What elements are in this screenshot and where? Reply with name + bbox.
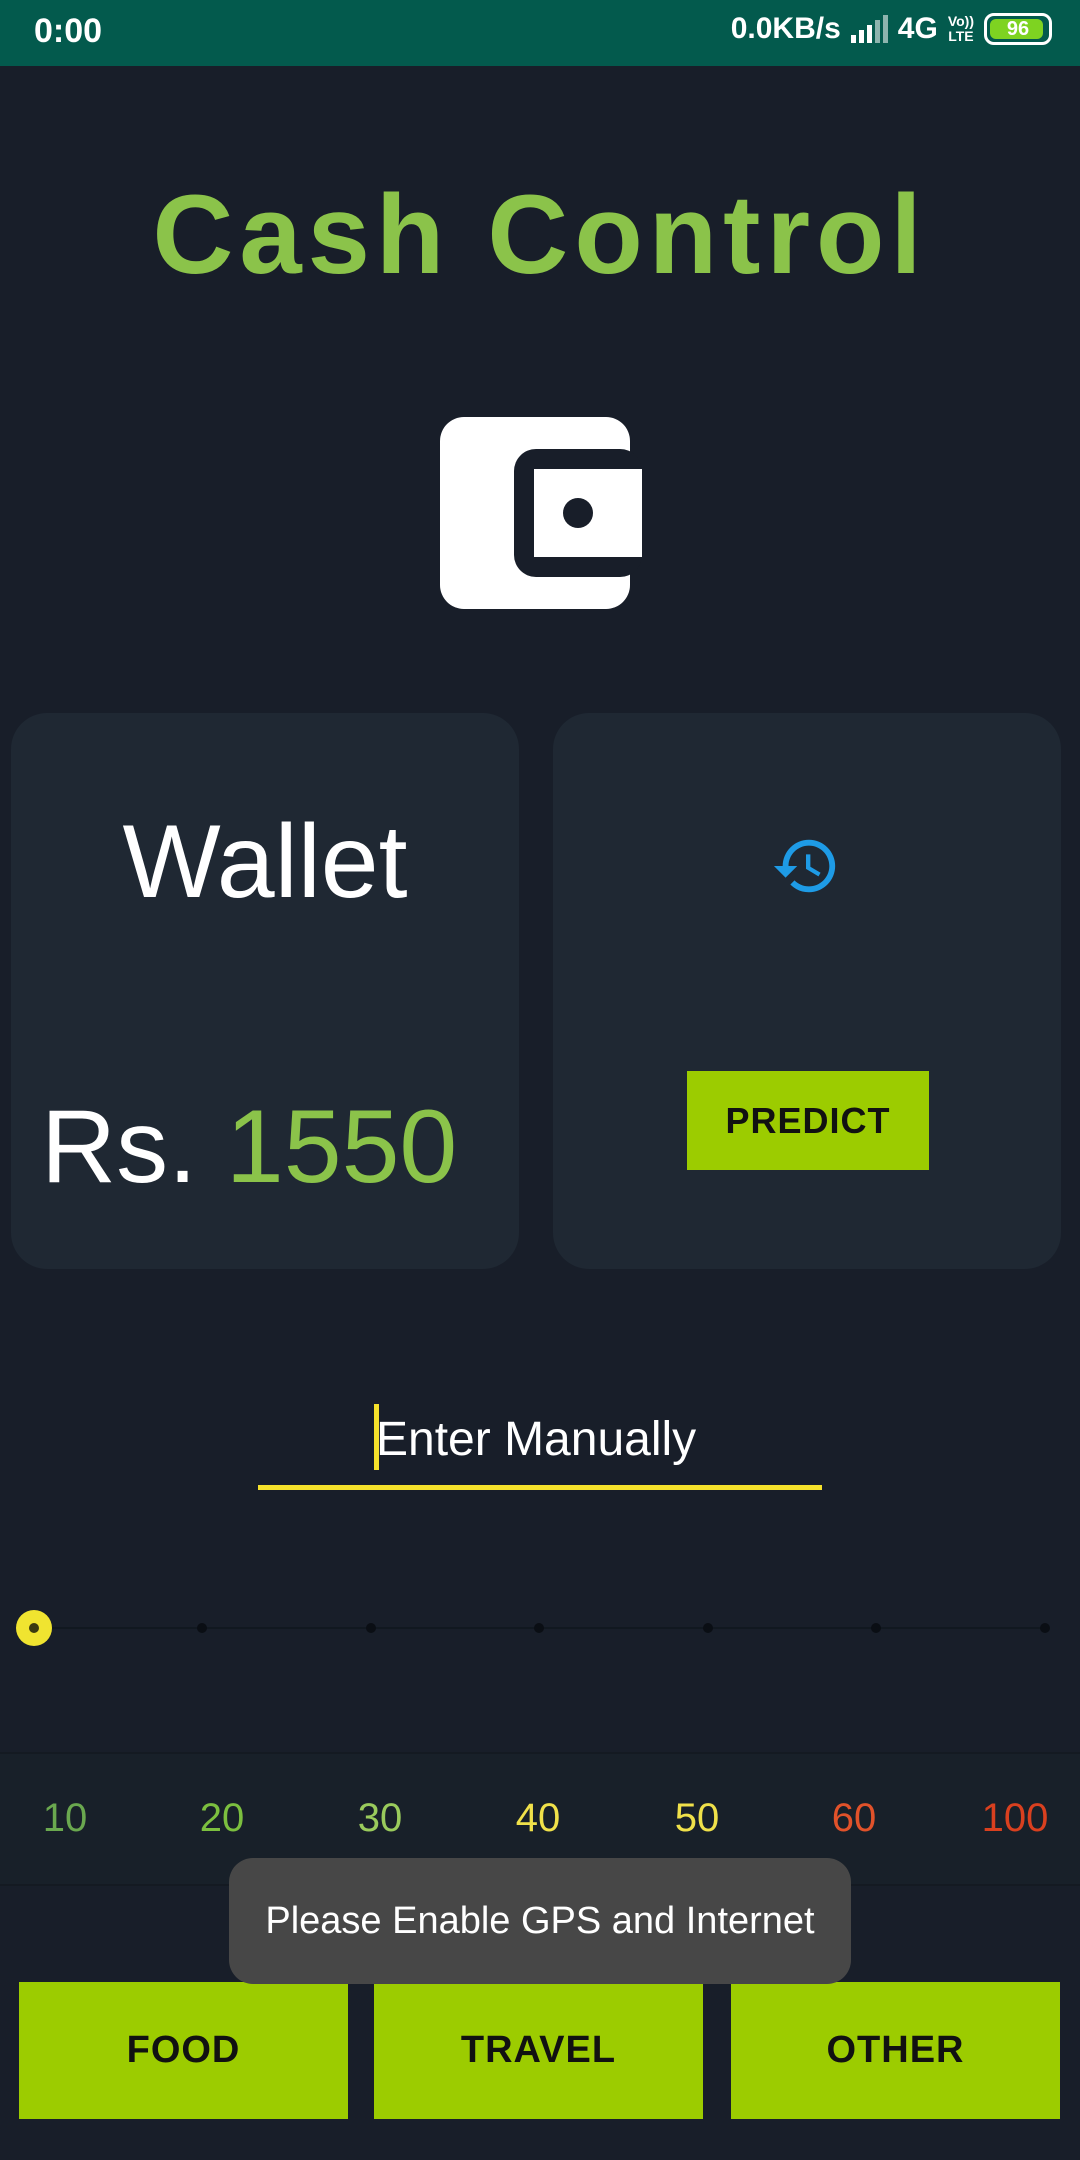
status-bar: 0:00 0.0KB/s 4G Vo)) LTE 96 xyxy=(0,0,1080,66)
manual-amount-placeholder: Enter Manually xyxy=(376,1413,697,1466)
status-time: 0:00 xyxy=(34,12,103,50)
wallet-card: Wallet Rs. 1550 xyxy=(11,713,519,1269)
input-underline xyxy=(258,1485,822,1490)
manual-amount-input[interactable]: Enter Manually xyxy=(258,1400,822,1490)
scale-labels: 10 20 30 40 50 60 100 xyxy=(0,1796,1080,1846)
app-title: Cash Control xyxy=(152,172,928,297)
other-button[interactable]: OTHER xyxy=(731,1982,1060,2119)
slider-stop xyxy=(197,1623,207,1633)
scale-label: 10 xyxy=(42,1796,88,1840)
slider-stop xyxy=(534,1623,544,1633)
battery-icon: 96 xyxy=(984,13,1052,45)
amount-slider[interactable] xyxy=(0,1600,1080,1656)
network-type: 4G xyxy=(897,12,938,45)
scale-label: 30 xyxy=(357,1796,403,1840)
toast-message: Please Enable GPS and Internet xyxy=(229,1858,851,1984)
network-speed: 0.0KB/s xyxy=(730,12,841,45)
scale-label: 40 xyxy=(515,1796,561,1840)
signal-icon xyxy=(850,15,888,43)
scale-label: 50 xyxy=(674,1796,720,1840)
status-indicators: 0.0KB/s 4G Vo)) LTE 96 xyxy=(731,12,1052,46)
slider-thumb[interactable] xyxy=(16,1610,52,1646)
scale-label: 20 xyxy=(199,1796,245,1840)
scale-label: 100 xyxy=(981,1796,1049,1840)
wallet-balance: Rs. 1550 xyxy=(41,1088,457,1207)
food-button[interactable]: FOOD xyxy=(19,1982,348,2119)
currency-prefix: Rs. xyxy=(41,1089,197,1205)
history-icon[interactable] xyxy=(771,831,841,901)
slider-stop xyxy=(1040,1623,1050,1633)
balance-amount: 1550 xyxy=(225,1089,458,1205)
predict-button[interactable]: PREDICT xyxy=(687,1071,929,1170)
predict-card: PREDICT xyxy=(553,713,1061,1269)
slider-stop xyxy=(871,1623,881,1633)
slider-stop xyxy=(366,1623,376,1633)
wallet-title: Wallet xyxy=(122,804,408,920)
slider-stop xyxy=(703,1623,713,1633)
wallet-icon xyxy=(440,417,642,609)
scale-label: 60 xyxy=(831,1796,877,1840)
volte-icon: Vo)) LTE xyxy=(947,13,974,44)
battery-level: 96 xyxy=(1006,17,1030,40)
travel-button[interactable]: TRAVEL xyxy=(374,1982,703,2119)
